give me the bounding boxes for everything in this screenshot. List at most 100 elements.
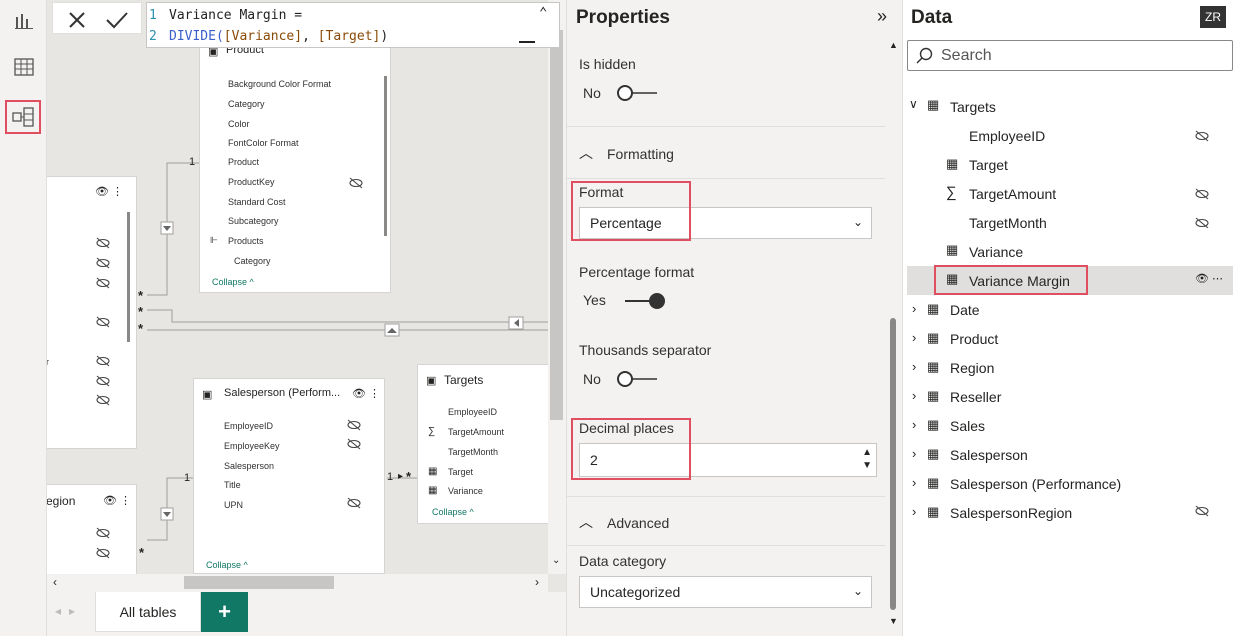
field[interactable]: TargetAmount [448, 427, 504, 437]
field-targetamount[interactable]: TargetAmount [969, 186, 1056, 202]
field[interactable]: Title [224, 480, 241, 490]
chevron-down-icon[interactable]: ∨ [909, 97, 918, 111]
card-title: Salesperson (Perform... [224, 387, 341, 399]
field[interactable]: Products [228, 236, 264, 246]
scroll-down-icon[interactable]: ▼ [889, 616, 898, 626]
collapse-link[interactable]: Collapse ^ [206, 560, 248, 570]
model-view-icon[interactable] [5, 100, 41, 134]
chevron-down-icon[interactable]: ⌄ [552, 555, 560, 566]
field-target[interactable]: Target [969, 157, 1008, 173]
field-employeeid[interactable]: EmployeeID [969, 128, 1045, 144]
table-salespersonregion[interactable]: SalespersonRegion [950, 505, 1072, 521]
chevron-right-icon[interactable]: › [912, 388, 916, 403]
chevron-up-icon[interactable]: ︿ [579, 143, 593, 163]
table-card-salesperson-performance[interactable]: ▣ Salesperson (Perform... 👁 ⋮ EmployeeID… [193, 378, 385, 574]
collapse-link[interactable]: Collapse ^ [432, 507, 474, 517]
percentage-format-toggle[interactable] [623, 292, 669, 310]
chevron-right-icon[interactable]: › [912, 301, 916, 316]
table-icon: ▦ [927, 475, 940, 490]
chevron-right-icon[interactable]: › [912, 359, 916, 374]
scroll-thumb[interactable] [184, 576, 334, 589]
tab-next-icon[interactable]: ▸ [69, 604, 75, 618]
highlight-box [571, 418, 691, 480]
field[interactable]: Product [228, 157, 259, 167]
field[interactable]: Color [228, 119, 250, 129]
formatting-section[interactable]: Formatting [607, 146, 674, 162]
field[interactable]: FontColor Format [228, 138, 299, 148]
scroll-up-icon[interactable]: ▲ [889, 40, 898, 50]
table-salesperson[interactable]: Salesperson [950, 447, 1028, 463]
table-card-product[interactable]: ▣ Product Background Color Format Catego… [199, 40, 391, 293]
search-icon [916, 47, 933, 64]
table-region[interactable]: Region [950, 360, 994, 376]
formula-editor[interactable]: 1 Variance Margin = 2 DIVIDE([Variance],… [146, 2, 560, 48]
scroll-thumb[interactable] [550, 30, 563, 420]
chevron-right-icon[interactable]: › [912, 446, 916, 461]
collapse-pane-icon[interactable]: » [877, 6, 887, 27]
field[interactable]: ProductKey [228, 177, 275, 187]
field[interactable]: EmployeeID [224, 421, 273, 431]
collapse-formula-icon[interactable]: ⌃ [539, 5, 547, 21]
data-category-dropdown[interactable]: Uncategorized ⌄ [579, 576, 872, 608]
tab-prev-icon[interactable]: ◂ [55, 604, 61, 618]
commit-icon[interactable] [105, 10, 129, 30]
field[interactable]: Salesperson [224, 461, 274, 471]
cancel-icon[interactable] [67, 10, 87, 30]
chevron-right-icon[interactable]: › [912, 330, 916, 345]
vertical-scrollbar[interactable]: ⌄ [548, 0, 566, 574]
field[interactable]: Category [228, 99, 265, 109]
field[interactable]: Subcategory [228, 216, 279, 226]
eye-icon[interactable]: 👁 ⋮ [95, 185, 123, 198]
is-hidden-toggle[interactable] [615, 84, 659, 102]
highlight-box [571, 181, 691, 241]
report-view-icon[interactable] [9, 6, 39, 36]
field[interactable]: Standard Cost [228, 197, 286, 207]
more-options-icon[interactable]: 👁 ⋯ [1195, 272, 1223, 285]
table-card-partial[interactable]: 👁 ⋮ er [47, 176, 137, 449]
scroll-thumb[interactable] [890, 318, 896, 610]
table-date[interactable]: Date [950, 302, 980, 318]
field[interactable]: EmployeeKey [224, 441, 280, 451]
chevron-left-icon[interactable]: ‹ [53, 575, 57, 589]
card-scrollbar[interactable] [384, 76, 387, 236]
table-sales[interactable]: Sales [950, 418, 985, 434]
model-canvas[interactable]: 1 * * * 1 * 1 ▸ * 👁 ⋮ er egion 👁 ⋮ [47, 0, 566, 636]
properties-scrollbar[interactable]: ▲ ▼ [885, 40, 901, 630]
table-icon: ▦ [927, 388, 940, 403]
horizontal-scrollbar[interactable]: ‹ › [47, 574, 548, 592]
region-card-partial[interactable]: egion 👁 ⋮ [47, 484, 137, 584]
eye-icon[interactable]: 👁 ⋮ [103, 494, 131, 507]
field[interactable]: Variance [448, 486, 483, 496]
chevron-right-icon[interactable]: › [912, 475, 916, 490]
add-tab-button[interactable]: + [201, 592, 248, 632]
field[interactable]: Background Color Format [228, 79, 331, 89]
table-view-icon[interactable] [9, 52, 39, 82]
table-targets[interactable]: Targets [950, 99, 996, 115]
eye-icon[interactable]: 👁 ⋮ [352, 387, 380, 400]
field[interactable]: Target [448, 467, 473, 477]
search-input[interactable]: Search [907, 40, 1233, 71]
collapse-link[interactable]: Collapse ^ [212, 277, 254, 287]
table-card-targets[interactable]: ▣ Targets EmployeeID ∑ TargetAmount Targ… [417, 364, 557, 524]
table-reseller[interactable]: Reseller [950, 389, 1001, 405]
table-salesperson-performance[interactable]: Salesperson (Performance) [950, 476, 1121, 492]
chevron-up-icon[interactable]: ︿ [579, 512, 593, 532]
field-targetmonth[interactable]: TargetMonth [969, 215, 1047, 231]
card-scrollbar[interactable] [127, 212, 130, 342]
field-variance[interactable]: Variance [969, 244, 1023, 260]
table-product[interactable]: Product [950, 331, 998, 347]
chevron-right-icon[interactable]: › [535, 575, 539, 589]
sigma-icon: ∑ [428, 426, 436, 437]
tab-all-tables[interactable]: All tables [95, 592, 201, 632]
chevron-right-icon[interactable]: › [912, 504, 916, 519]
field[interactable]: Category [234, 256, 271, 266]
avatar[interactable]: ZR [1200, 6, 1226, 28]
stepper-icon[interactable]: ▲ ▼ [862, 446, 872, 472]
card-title: Targets [444, 373, 484, 387]
field[interactable]: TargetMonth [448, 447, 498, 457]
thousands-separator-toggle[interactable] [615, 370, 659, 388]
field[interactable]: UPN [224, 500, 243, 510]
field[interactable]: EmployeeID [448, 407, 497, 417]
advanced-section[interactable]: Advanced [607, 515, 669, 531]
chevron-right-icon[interactable]: › [912, 417, 916, 432]
